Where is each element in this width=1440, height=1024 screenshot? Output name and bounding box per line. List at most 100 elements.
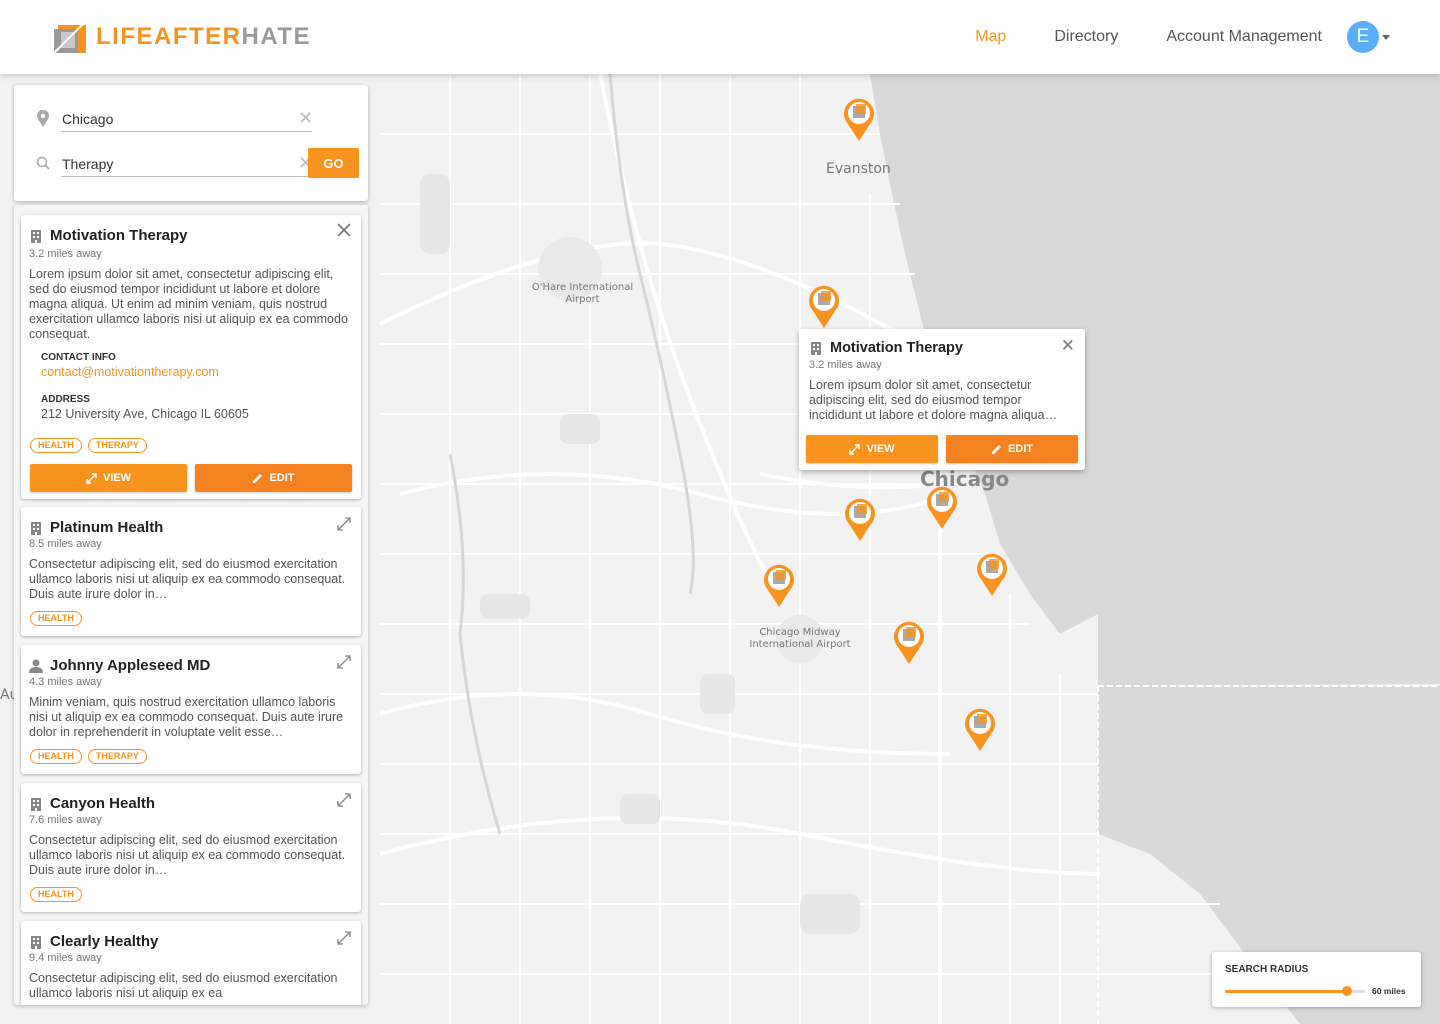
close-icon[interactable]: ✕	[1061, 336, 1075, 356]
logo-mark-icon	[52, 19, 88, 55]
building-icon	[31, 797, 41, 811]
map-marker-icon[interactable]	[975, 551, 1009, 597]
popup-edit-label: EDIT	[1007, 443, 1034, 455]
address-heading: ADDRESS	[41, 394, 90, 405]
popup-distance: 3.2 miles away	[809, 359, 882, 371]
map-popup: Motivation Therapy ✕ 3.2 miles away Lore…	[799, 329, 1085, 470]
tag-list: HEALTH THERAPY	[30, 438, 153, 453]
card-title-row: Platinum Health	[29, 519, 163, 536]
nav-account-management[interactable]: Account Management	[1166, 28, 1322, 46]
map-marker-icon[interactable]	[762, 562, 796, 608]
card-distance: 9.4 miles away	[29, 952, 102, 964]
card-title-row: Clearly Healthy	[29, 933, 158, 950]
tag-list: HEALTH	[30, 887, 88, 902]
popup-title-row: Motivation Therapy	[809, 340, 963, 356]
card-description: Lorem ipsum dolor sit amet, consectetur …	[29, 267, 348, 341]
result-card-expanded[interactable]: Motivation Therapy 3.2 miles away Lorem …	[21, 215, 361, 499]
result-card[interactable]: Platinum Health 8.5 miles away Consectet…	[21, 507, 361, 636]
search-radius-value: 60 miles	[1372, 986, 1406, 996]
map-marker-icon[interactable]	[807, 283, 841, 329]
address-value: 212 University Ave, Chicago IL 60605	[41, 407, 249, 421]
search-radius-slider[interactable]	[1225, 986, 1365, 996]
building-icon	[31, 935, 41, 949]
result-card[interactable]: Clearly Healthy 9.4 miles away Consectet…	[21, 921, 361, 1005]
card-distance: 8.5 miles away	[29, 538, 102, 550]
search-radius-fill	[1225, 990, 1347, 993]
tag-health[interactable]: HEALTH	[30, 611, 82, 626]
query-input-value: Therapy	[62, 156, 114, 172]
expand-icon[interactable]	[337, 793, 351, 807]
expand-icon[interactable]	[337, 655, 351, 669]
result-card[interactable]: Johnny Appleseed MD 4.3 miles away Minim…	[21, 645, 361, 774]
tag-health[interactable]: HEALTH	[30, 887, 82, 902]
map-marker-icon[interactable]	[892, 619, 926, 665]
building-icon	[811, 342, 821, 355]
map-label-midway: Chicago Midway International Airport	[749, 627, 851, 650]
main-nav: Map Directory Account Management E	[975, 0, 1390, 74]
card-title[interactable]: Canyon Health	[50, 795, 155, 812]
clear-icon[interactable]: ✕	[298, 108, 313, 128]
card-title-row: Canyon Health	[29, 795, 155, 812]
popup-edit-button[interactable]: EDIT	[946, 435, 1078, 463]
map-marker-icon[interactable]	[963, 706, 997, 752]
card-description: Consectetur adipiscing elit, sed do eius…	[29, 557, 346, 601]
card-title[interactable]: Johnny Appleseed MD	[50, 657, 210, 674]
tag-therapy[interactable]: THERAPY	[87, 749, 147, 764]
close-icon[interactable]	[336, 222, 352, 238]
card-title[interactable]: Motivation Therapy	[50, 227, 188, 244]
results-list[interactable]: Motivation Therapy 3.2 miles away Lorem …	[14, 205, 368, 1005]
map-label-evanston: Evanston	[826, 161, 891, 177]
go-button[interactable]: GO	[308, 148, 359, 178]
user-avatar[interactable]: E	[1347, 21, 1379, 53]
view-button[interactable]: VIEW	[30, 464, 187, 492]
expand-icon	[86, 472, 97, 484]
nav-directory[interactable]: Directory	[1054, 28, 1118, 46]
card-distance: 4.3 miles away	[29, 676, 102, 688]
card-title-row: Johnny Appleseed MD	[29, 657, 210, 674]
person-icon	[29, 659, 43, 673]
brand-part-life: LIFE	[96, 23, 154, 50]
map-marker-icon[interactable]	[843, 496, 877, 542]
tag-list: HEALTH	[30, 611, 88, 626]
popup-description: Lorem ipsum dolor sit amet, consectetur …	[809, 378, 1058, 422]
pencil-icon	[991, 444, 1001, 454]
expand-icon[interactable]	[337, 931, 351, 945]
card-distance: 7.6 miles away	[29, 814, 102, 826]
popup-view-label: VIEW	[866, 443, 895, 455]
tag-health[interactable]: HEALTH	[30, 438, 82, 453]
location-pin-icon	[37, 110, 49, 127]
search-panel: Chicago ✕ Therapy ✕ GO	[14, 85, 368, 201]
search-radius-handle[interactable]	[1341, 986, 1352, 996]
search-radius-panel: SEARCH RADIUS 60 miles	[1212, 952, 1421, 1007]
result-card[interactable]: Canyon Health 7.6 miles away Consectetur…	[21, 783, 361, 912]
map-marker-icon[interactable]	[925, 484, 959, 530]
search-radius-label: SEARCH RADIUS	[1225, 964, 1309, 975]
expand-icon[interactable]	[337, 517, 351, 531]
card-title-row: Motivation Therapy	[29, 227, 188, 244]
building-icon	[31, 521, 41, 535]
view-label: VIEW	[102, 472, 132, 484]
tag-therapy[interactable]: THERAPY	[87, 438, 147, 453]
tag-health[interactable]: HEALTH	[30, 749, 82, 764]
brand-logo[interactable]: LIFEAFTERHATE	[52, 19, 311, 55]
card-description: Minim veniam, quis nostrud exercitation …	[29, 695, 344, 739]
popup-view-button[interactable]: VIEW	[806, 435, 938, 463]
edit-label: EDIT	[269, 472, 295, 484]
top-header: LIFEAFTERHATE Map Directory Account Mana…	[0, 0, 1440, 74]
building-icon	[31, 229, 41, 243]
card-description: Consectetur adipiscing elit, sed do eius…	[29, 971, 338, 1000]
card-title[interactable]: Clearly Healthy	[50, 933, 158, 950]
map-marker-icon[interactable]	[842, 96, 876, 142]
nav-map[interactable]: Map	[975, 28, 1006, 46]
expand-icon	[849, 443, 861, 455]
brand-part-hate: HATE	[241, 23, 312, 50]
edit-button[interactable]: EDIT	[195, 464, 352, 492]
brand-part-after: AFTER	[154, 23, 242, 50]
card-description: Consectetur adipiscing elit, sed do eius…	[29, 833, 346, 877]
contact-email-link[interactable]: contact@motivationtherapy.com	[41, 365, 219, 379]
tag-list: HEALTH THERAPY	[30, 749, 153, 764]
card-title[interactable]: Platinum Health	[50, 519, 163, 536]
card-distance: 3.2 miles away	[29, 248, 102, 260]
popup-title: Motivation Therapy	[830, 340, 963, 356]
chevron-down-icon[interactable]	[1382, 34, 1390, 40]
